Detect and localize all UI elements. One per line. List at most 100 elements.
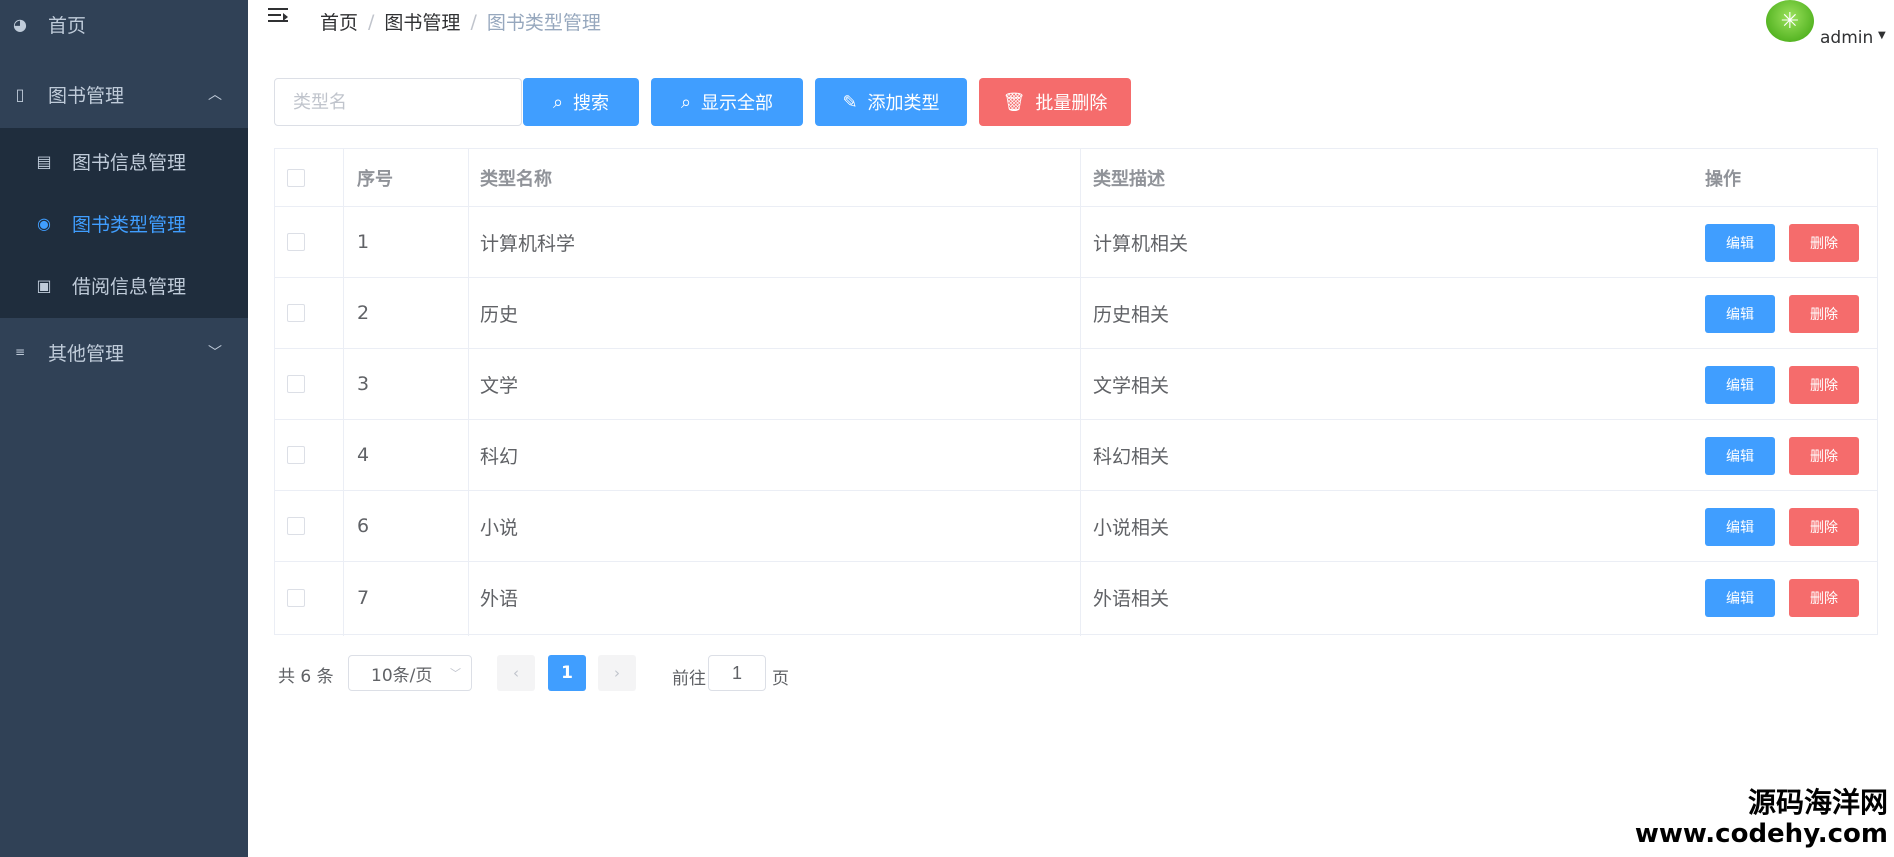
sidebar-item-label: 首页	[48, 14, 87, 37]
edit-button[interactable]: 编辑	[1705, 579, 1775, 617]
hamburger-icon[interactable]	[268, 8, 290, 28]
breadcrumb-book-management[interactable]: 图书管理	[384, 8, 460, 35]
delete-button[interactable]: 删除	[1789, 224, 1859, 262]
row-checkbox[interactable]	[287, 375, 305, 393]
select-all-checkbox[interactable]	[287, 168, 305, 187]
search-button[interactable]: ⌕ 搜索	[523, 78, 639, 126]
row-checkbox[interactable]	[287, 588, 305, 607]
sidebar-item-home[interactable]: ◕ 首页	[0, 0, 248, 56]
table-row: 2 历史 历史相关 编辑 删除	[275, 278, 1877, 349]
row-type-desc: 科幻相关	[1093, 445, 1170, 468]
sidebar-item-label: 图书类型管理	[72, 213, 187, 236]
sidebar-item-label: 其他管理	[48, 342, 125, 365]
chevron-down-icon: ﹀	[450, 667, 461, 680]
document-icon: ▤	[36, 151, 52, 171]
delete-button[interactable]: 删除	[1789, 579, 1859, 617]
trash-icon: 🗑	[1002, 91, 1026, 112]
edit-icon: ✎	[842, 91, 858, 112]
lifebuoy-icon: ◉	[37, 213, 51, 233]
book-icon: ▯	[15, 84, 25, 104]
sidebar-item-book-management[interactable]: ▯ 图书管理 ︿	[0, 62, 248, 126]
prev-page-button[interactable]: ‹	[497, 655, 535, 691]
row-index: 4	[357, 444, 370, 466]
sidebar-item-label: 图书信息管理	[72, 151, 187, 174]
avatar-icon: ✳	[1780, 8, 1800, 34]
add-type-button-label: 添加类型	[867, 93, 940, 113]
edit-button[interactable]: 编辑	[1705, 508, 1775, 546]
row-checkbox[interactable]	[287, 517, 305, 535]
dashboard-icon: ◕	[13, 14, 27, 34]
list-icon: ≡	[14, 345, 26, 359]
breadcrumb-separator: /	[470, 10, 477, 33]
sidebar: ◕ 首页 ▯ 图书管理 ︿ ▤ 图书信息管理 ◉ 图书类型管理 ▣ 借阅信息管理…	[0, 0, 248, 857]
table-row: 7 外语 外语相关 编辑 删除	[275, 562, 1877, 633]
chevron-down-icon: ﹀	[208, 345, 222, 361]
row-type-name: 计算机科学	[480, 232, 576, 255]
row-index: 3	[357, 373, 370, 395]
row-checkbox[interactable]	[287, 446, 305, 464]
sidebar-item-borrow-info[interactable]: ▣ 借阅信息管理	[0, 254, 248, 316]
breadcrumb-separator: /	[368, 10, 375, 33]
edit-button[interactable]: 编辑	[1705, 295, 1775, 333]
chevron-left-icon: ‹	[513, 664, 519, 682]
delete-button[interactable]: 删除	[1789, 366, 1859, 404]
current-page-button[interactable]: 1	[548, 655, 586, 691]
batch-delete-button[interactable]: 🗑 批量删除	[979, 78, 1131, 126]
show-all-button[interactable]: ⌕ 显示全部	[651, 78, 803, 126]
batch-delete-button-label: 批量删除	[1035, 93, 1108, 113]
page-size-select[interactable]: 10条/页 ﹀	[348, 655, 472, 691]
edit-button[interactable]: 编辑	[1705, 366, 1775, 404]
goto-label: 前往	[672, 669, 706, 689]
chevron-up-icon: ︿	[208, 87, 222, 103]
page-size-value: 10条/页	[371, 665, 433, 686]
sidebar-item-other-management[interactable]: ≡ 其他管理 ﹀	[0, 320, 248, 384]
show-all-button-label: 显示全部	[701, 93, 774, 113]
row-type-name: 科幻	[480, 445, 519, 468]
search-button-label: 搜索	[573, 93, 610, 113]
sidebar-item-book-type[interactable]: ◉ 图书类型管理	[0, 192, 248, 254]
row-type-desc: 文学相关	[1093, 374, 1170, 397]
breadcrumb-current: 图书类型管理	[486, 12, 601, 34]
sidebar-item-book-info[interactable]: ▤ 图书信息管理	[0, 130, 248, 192]
row-type-name: 文学	[480, 374, 519, 397]
watermark-title: 源码海洋网	[1747, 786, 1888, 819]
cart-icon: ▣	[36, 275, 52, 295]
row-index: 6	[357, 515, 370, 537]
edit-button[interactable]: 编辑	[1705, 224, 1775, 262]
sidebar-item-label: 借阅信息管理	[72, 275, 187, 298]
row-index: 1	[357, 231, 370, 253]
breadcrumb-home[interactable]: 首页	[320, 8, 358, 35]
search-icon: ⌕	[680, 91, 692, 112]
delete-button[interactable]: 删除	[1789, 437, 1859, 475]
page-suffix-label: 页	[772, 669, 789, 689]
sidebar-item-label: 图书管理	[48, 84, 125, 107]
avatar[interactable]: ✳	[1766, 0, 1814, 42]
row-type-name: 小说	[480, 516, 519, 539]
type-table: 序号 类型名称 类型描述 操作 1 计算机科学 计算机相关 编辑 删除 2 历史…	[274, 148, 1878, 636]
table-row: 1 计算机科学 计算机相关 编辑 删除	[275, 207, 1877, 278]
table-row: 3 文学 文学相关 编辑 删除	[275, 349, 1877, 420]
username[interactable]: admin	[1820, 28, 1873, 48]
goto-page-input[interactable]	[708, 655, 766, 691]
delete-button[interactable]: 删除	[1789, 295, 1859, 333]
type-name-search-input[interactable]	[274, 78, 522, 126]
row-type-desc: 历史相关	[1093, 303, 1170, 326]
add-type-button[interactable]: ✎ 添加类型	[815, 78, 967, 126]
submenu-book-management: ▤ 图书信息管理 ◉ 图书类型管理 ▣ 借阅信息管理	[0, 128, 248, 318]
pagination-total: 共 6 条	[278, 667, 334, 687]
edit-button[interactable]: 编辑	[1705, 437, 1775, 475]
row-index: 2	[357, 302, 370, 324]
header-type-name: 类型名称	[480, 168, 552, 190]
row-type-desc: 小说相关	[1093, 516, 1170, 539]
row-checkbox[interactable]	[287, 233, 305, 251]
next-page-button[interactable]: ›	[598, 655, 636, 691]
delete-button[interactable]: 删除	[1789, 508, 1859, 546]
header-actions: 操作	[1705, 168, 1741, 190]
caret-down-icon[interactable]: ▼	[1878, 30, 1886, 41]
row-type-name: 历史	[480, 303, 519, 326]
row-checkbox[interactable]	[287, 304, 305, 322]
watermark-url: www.codehy.com	[1634, 819, 1888, 849]
header-type-desc: 类型描述	[1093, 168, 1165, 190]
row-type-desc: 计算机相关	[1093, 232, 1189, 255]
chevron-right-icon: ›	[614, 664, 620, 682]
